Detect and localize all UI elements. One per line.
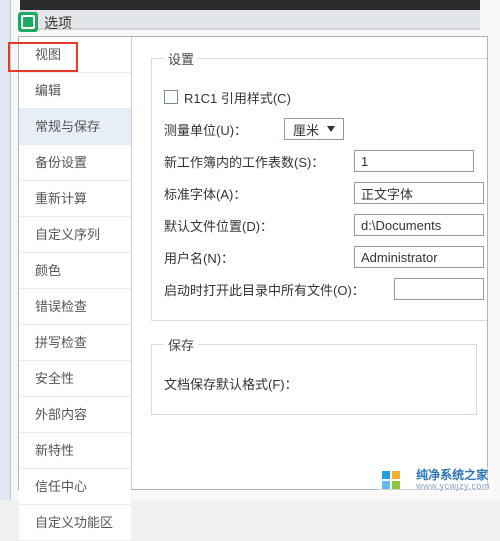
dialog-title: 选项 bbox=[44, 13, 72, 33]
sidebar-item-general-save[interactable]: 常规与保存 bbox=[19, 109, 131, 145]
underlying-divider bbox=[20, 28, 480, 30]
sidebar-item-custom-lists[interactable]: 自定义序列 bbox=[19, 217, 131, 253]
checkbox-r1c1[interactable] bbox=[164, 90, 178, 104]
sidebar-item-spell-check[interactable]: 拼写检查 bbox=[19, 325, 131, 361]
sidebar-item-edit[interactable]: 编辑 bbox=[19, 73, 131, 109]
input-open-all[interactable] bbox=[394, 278, 484, 300]
label-r1c1: R1C1 引用样式(C) bbox=[184, 88, 291, 107]
sidebar-item-new-features[interactable]: 新特性 bbox=[19, 433, 131, 469]
sidebar-item-custom-fn[interactable]: 自定义功能区 bbox=[19, 505, 131, 541]
label-unit: 测量单位(U)： bbox=[164, 120, 284, 139]
left-edge-strip bbox=[0, 0, 11, 500]
select-unit-value: 厘米 bbox=[293, 120, 319, 139]
group-settings-title: 设置 bbox=[164, 49, 198, 68]
content-area: 设置 R1C1 引用样式(C) 测量单位(U)： 厘米 新工作簿内的工作表数(S… bbox=[133, 37, 487, 489]
label-sheets: 新工作簿内的工作表数(S)： bbox=[164, 152, 354, 171]
options-panel: 视图 编辑 常规与保存 备份设置 重新计算 自定义序列 颜色 错误检查 拼写检查… bbox=[18, 36, 488, 490]
label-open-all: 启动时打开此目录中所有文件(O)： bbox=[164, 280, 394, 299]
label-default-path: 默认文件位置(D)： bbox=[164, 216, 354, 235]
app-icon bbox=[18, 12, 38, 32]
group-settings: 设置 R1C1 引用样式(C) 测量单位(U)： 厘米 新工作簿内的工作表数(S… bbox=[151, 49, 487, 321]
watermark: 纯净系统之家 www.ycwjzy.com bbox=[378, 467, 494, 494]
label-font: 标准字体(A)： bbox=[164, 184, 354, 203]
group-save: 保存 文档保存默认格式(F)： bbox=[151, 335, 477, 415]
sidebar-item-color[interactable]: 颜色 bbox=[19, 253, 131, 289]
sidebar-item-recalc[interactable]: 重新计算 bbox=[19, 181, 131, 217]
sidebar: 视图 编辑 常规与保存 备份设置 重新计算 自定义序列 颜色 错误检查 拼写检查… bbox=[19, 37, 132, 489]
underlying-titlebar bbox=[20, 0, 480, 10]
underlying-toolbar bbox=[20, 10, 480, 28]
watermark-url: www.ycwjzy.com bbox=[416, 482, 490, 492]
sidebar-item-security[interactable]: 安全性 bbox=[19, 361, 131, 397]
label-save-format: 文档保存默认格式(F)： bbox=[164, 374, 354, 393]
sidebar-item-backup[interactable]: 备份设置 bbox=[19, 145, 131, 181]
label-username: 用户名(N)： bbox=[164, 248, 354, 267]
sidebar-item-view[interactable]: 视图 bbox=[19, 37, 131, 73]
group-save-title: 保存 bbox=[164, 335, 198, 354]
input-default-path[interactable] bbox=[354, 214, 484, 236]
watermark-logo bbox=[382, 471, 410, 489]
sidebar-item-error-check[interactable]: 错误检查 bbox=[19, 289, 131, 325]
input-sheets[interactable] bbox=[354, 150, 474, 172]
select-unit[interactable]: 厘米 bbox=[284, 118, 344, 140]
chevron-down-icon bbox=[327, 126, 335, 132]
sidebar-item-external[interactable]: 外部内容 bbox=[19, 397, 131, 433]
input-font[interactable] bbox=[354, 182, 484, 204]
input-username[interactable] bbox=[354, 246, 484, 268]
